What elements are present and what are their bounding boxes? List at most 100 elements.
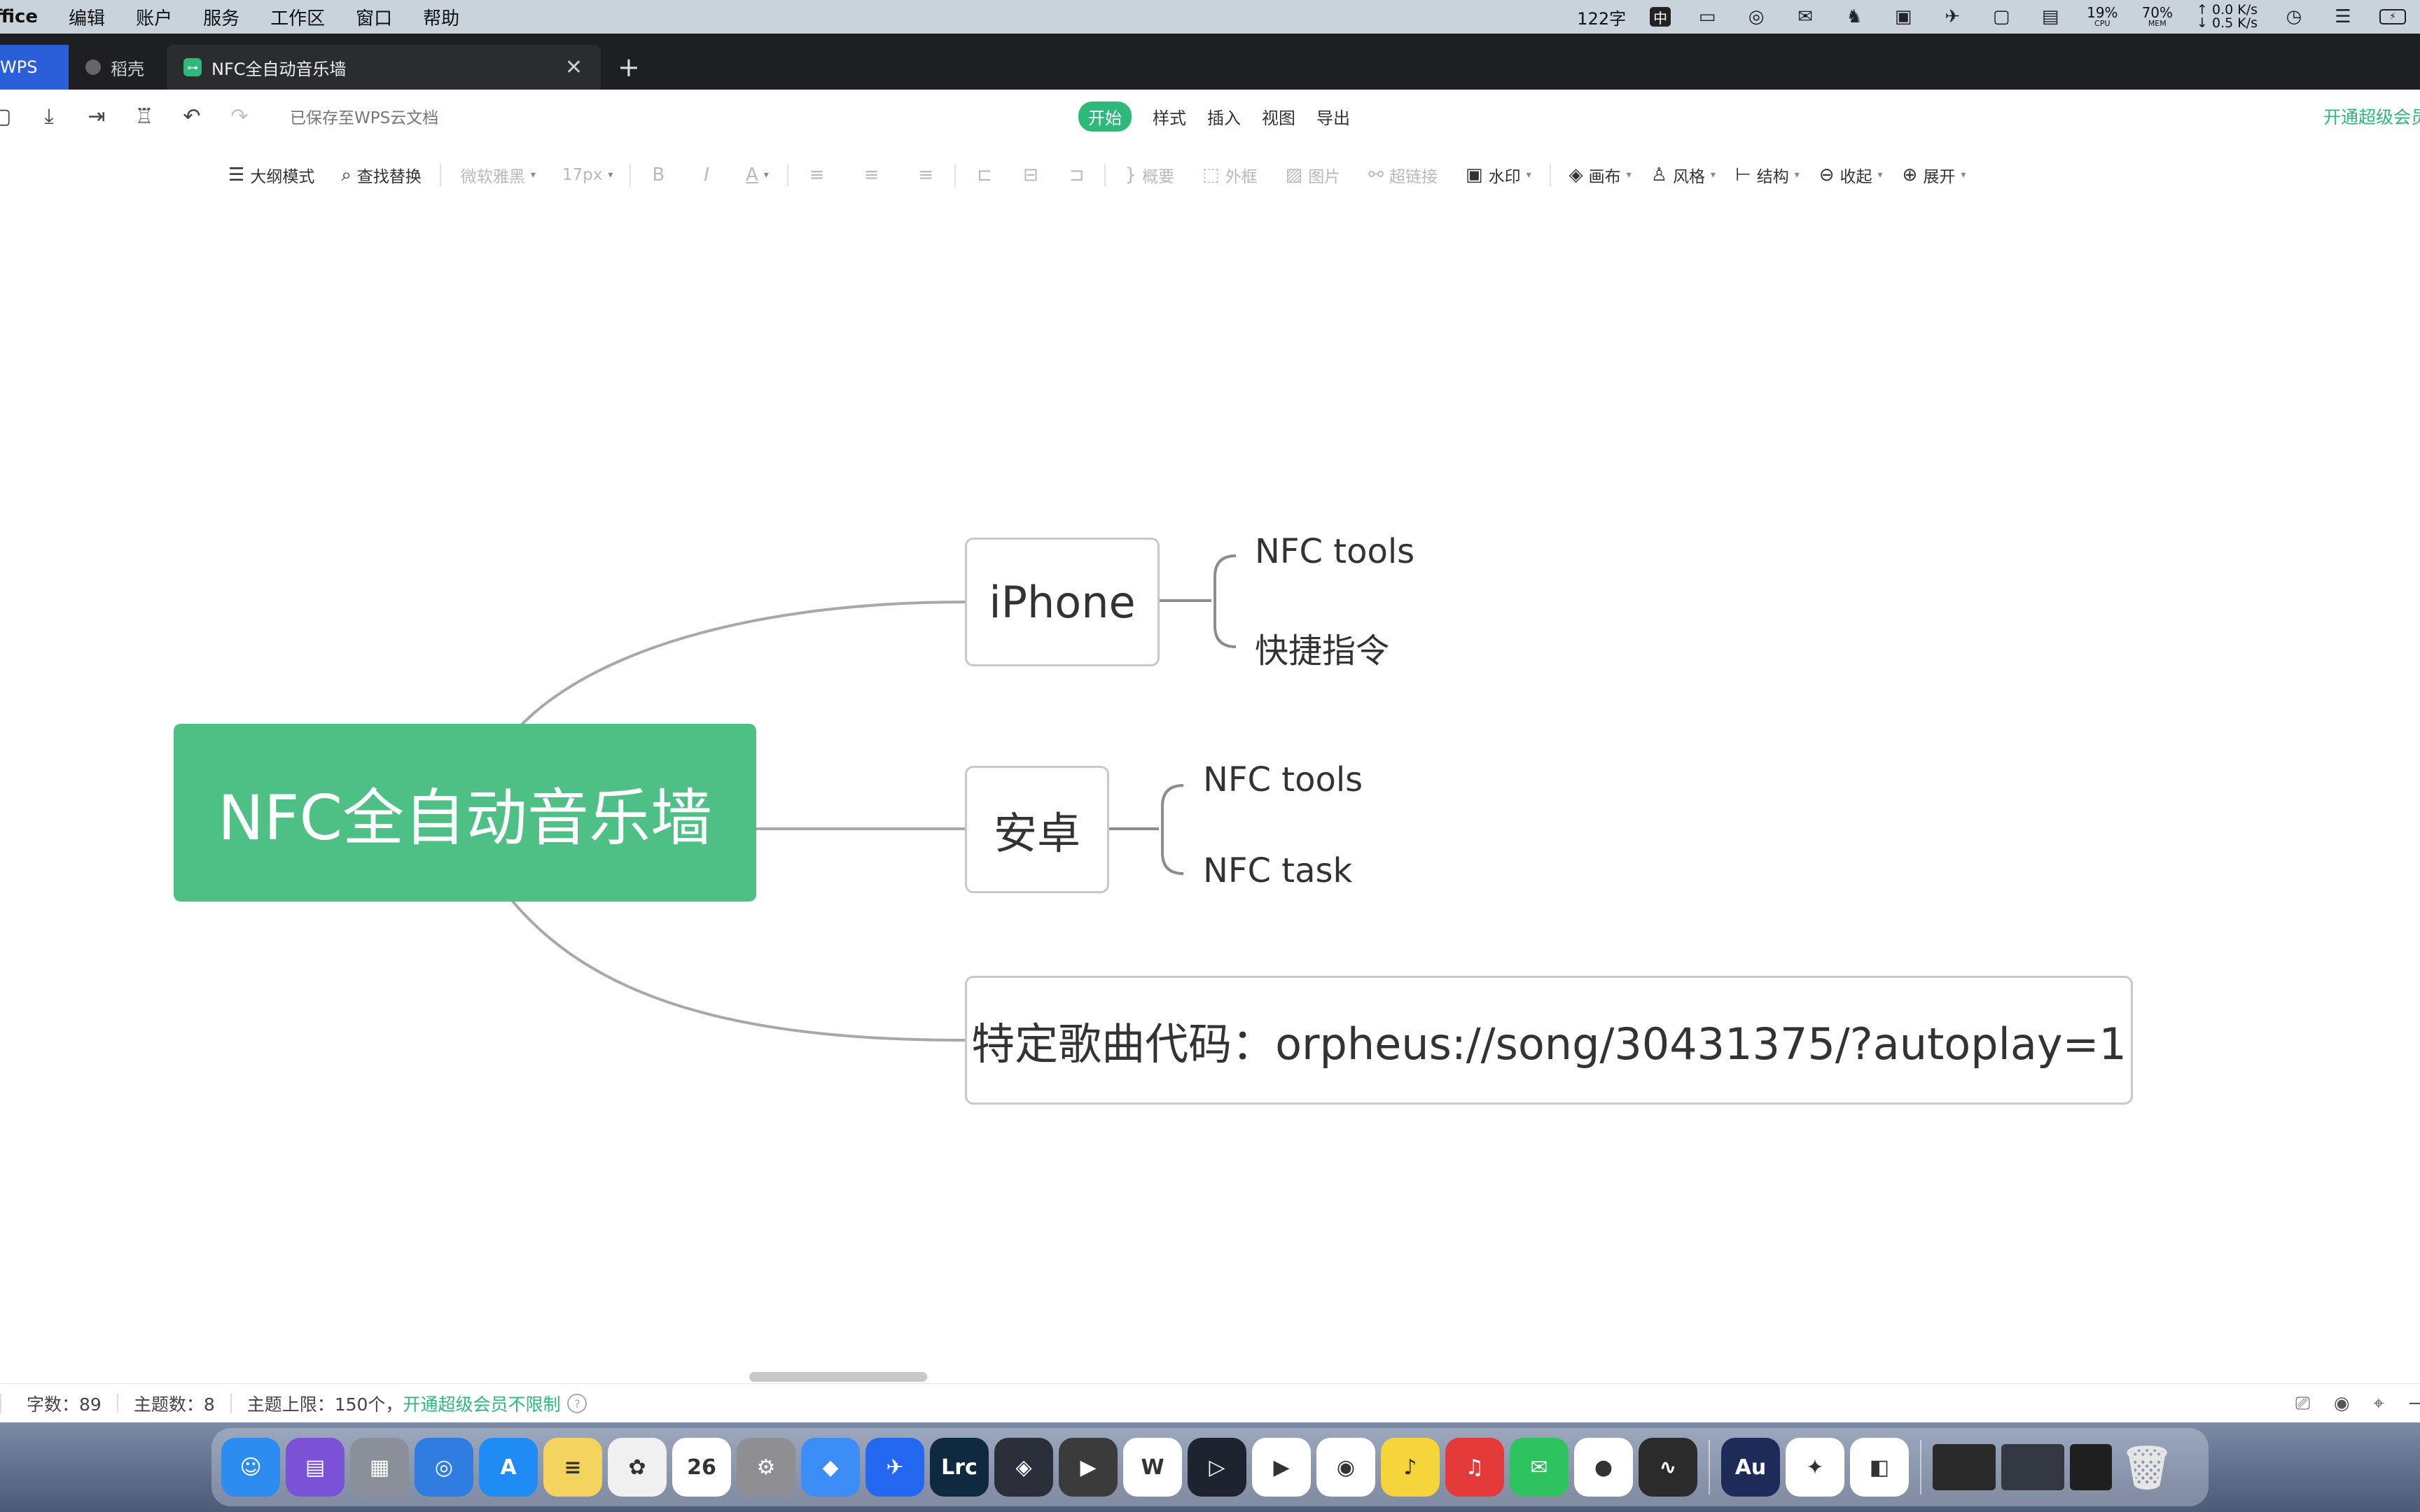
dock-lightroom-icon[interactable]: Lrc [930, 1438, 989, 1497]
cpu-indicator[interactable]: 19% CPU [2087, 6, 2118, 28]
canvas-button[interactable]: ◈ 画布 ▾ [1569, 163, 1632, 187]
dock-launchpad-icon[interactable]: ▦ [350, 1438, 409, 1497]
dock-qq-music-icon[interactable]: ♪ [1381, 1438, 1440, 1497]
menu-account[interactable]: 账户 [136, 4, 172, 30]
leaf-android-nfc-task[interactable]: NFC task [1203, 851, 1352, 890]
dock-safari-icon[interactable]: ◎ [415, 1438, 473, 1497]
wechat-status-icon[interactable]: ✉ [1793, 6, 1818, 27]
dock-netease-music-icon[interactable]: ♫ [1445, 1438, 1504, 1497]
font-color-button[interactable]: A ▾ [746, 164, 769, 186]
menu-service[interactable]: 服务 [203, 4, 239, 30]
wifi-icon[interactable]: ☰ [2330, 6, 2356, 27]
tab-start[interactable]: 开始 [1078, 101, 1132, 132]
dock-chrome-icon[interactable]: ◉ [1316, 1438, 1375, 1497]
dock-qq-icon[interactable]: ● [1574, 1438, 1633, 1497]
leaf-iphone-nfc-tools[interactable]: NFC tools [1255, 532, 1414, 571]
dock-infuse-icon[interactable]: ▷ [1188, 1438, 1246, 1497]
expand-button[interactable]: ⊕ 展开 ▾ [1903, 163, 1966, 187]
zoom-out-icon[interactable]: − [2407, 1393, 2420, 1414]
style-button[interactable]: ♙ 风格 ▾ [1651, 163, 1716, 187]
word-count-indicator[interactable]: 122字 [1577, 5, 1626, 29]
format-painter-icon[interactable]: ♖ [130, 104, 158, 129]
watermark-button[interactable]: ▣ 水印 ▾ [1466, 163, 1531, 187]
topic-song-code[interactable]: 特定歌曲代码：orpheus://song/30431375/?autoplay… [965, 976, 2133, 1105]
topic-android[interactable]: 安卓 [965, 766, 1109, 893]
leaf-iphone-shortcuts[interactable]: 快捷指令 [1255, 623, 1389, 672]
root-topic[interactable]: NFC全自动音乐墙 [174, 724, 756, 902]
dock-photos-icon[interactable]: ✿ [608, 1438, 667, 1497]
menu-edit[interactable]: 编辑 [69, 4, 105, 30]
close-tab-icon[interactable]: ✕ [565, 55, 583, 80]
input-method-icon[interactable]: 中 [1650, 7, 1671, 27]
cat-status-icon[interactable]: ♞ [1842, 6, 1867, 27]
collapse-button[interactable]: ⊖ 收起 ▾ [1819, 163, 1883, 187]
summary-button[interactable]: } 概要 [1125, 163, 1175, 187]
time-machine-icon[interactable]: ◷ [2281, 6, 2307, 27]
insert-sibling-button[interactable]: ⊟ [1023, 164, 1038, 186]
menu-workspace[interactable]: 工作区 [270, 4, 325, 30]
horizontal-scrollbar[interactable] [749, 1372, 927, 1382]
camera-status-icon[interactable]: ▢ [1989, 6, 2014, 27]
file-icon[interactable]: ▢ [0, 104, 15, 129]
monitor-status-icon[interactable]: ▤ [2038, 6, 2063, 27]
insert-parent-button[interactable]: ⊐ [1069, 164, 1085, 186]
dock-trash-icon[interactable]: 🗑 [2118, 1438, 2176, 1497]
dock-system-settings-icon[interactable]: ⚙ [737, 1438, 795, 1497]
battery-icon[interactable]: ⚡ [2379, 9, 2406, 24]
dock-nfc-doc-icon[interactable]: ◧ [1850, 1438, 1909, 1497]
dock-mindnode-icon[interactable]: ✦ [1786, 1438, 1844, 1497]
vip-link[interactable]: 开通超级会员 [2323, 104, 2420, 129]
download-icon[interactable]: ⤓ [35, 104, 63, 129]
dock-infuse-orange-icon[interactable]: ▶ [1252, 1438, 1311, 1497]
tab-wps[interactable]: WPS [0, 45, 69, 90]
find-replace-button[interactable]: ⌕ 查找替换 [341, 163, 422, 187]
menu-help[interactable]: 帮助 [423, 4, 459, 30]
dock-audition-icon[interactable]: Au [1721, 1438, 1780, 1497]
outline-mode-button[interactable]: ☰ 大纲模式 [228, 163, 314, 187]
dock-minimized-window[interactable] [2001, 1444, 2064, 1490]
tab-daoke[interactable]: 稻壳 [69, 45, 167, 90]
dock-calendar-icon[interactable]: 26 [672, 1438, 731, 1497]
help-icon[interactable]: ? [567, 1394, 587, 1413]
dock-cat-app-icon[interactable]: ◆ [801, 1438, 860, 1497]
network-indicator[interactable]: ↑ 0.0 K/s ↓ 0.5 K/s [2197, 4, 2258, 30]
tab-style[interactable]: 样式 [1153, 104, 1186, 129]
airdrop-icon[interactable]: ◎ [1744, 6, 1769, 27]
tab-insert[interactable]: 插入 [1207, 104, 1241, 129]
vip-unlimited-link[interactable]: 开通超级会员不限制 [403, 1391, 560, 1416]
topic-iphone[interactable]: iPhone [965, 538, 1160, 666]
hyperlink-button[interactable]: ⚯ 超链接 [1368, 163, 1438, 187]
redo-icon[interactable]: ↷ [225, 104, 253, 129]
mindmap-canvas[interactable]: NFC全自动音乐墙 iPhone NFC tools 快捷指令 安卓 NFC t… [0, 210, 2420, 1383]
dock-wps-icon[interactable]: W [1123, 1438, 1182, 1497]
leaf-android-nfc-tools[interactable]: NFC tools [1203, 760, 1363, 799]
italic-button[interactable]: I [704, 164, 709, 186]
dock-davinci-icon[interactable]: ◈ [994, 1438, 1053, 1497]
dock-calendar-app-icon[interactable]: ▤ [286, 1438, 345, 1497]
eye-off-icon[interactable]: ◉ [2334, 1393, 2350, 1414]
tab-view[interactable]: 视图 [1262, 104, 1295, 129]
dock-wechat-icon[interactable]: ✉ [1510, 1438, 1569, 1497]
undo-icon[interactable]: ↶ [178, 104, 206, 129]
mem-indicator[interactable]: 70% MEM [2142, 6, 2173, 28]
dock-app-store-icon[interactable]: A [479, 1438, 538, 1497]
locate-icon[interactable]: ⌖ [2374, 1393, 2384, 1415]
insert-child-button[interactable]: ⊏ [977, 164, 992, 186]
frame-button[interactable]: ⬚ 外框 [1202, 163, 1258, 187]
bold-button[interactable]: B [652, 164, 665, 186]
new-tab-button[interactable]: + [618, 45, 640, 90]
dock-voice-memo-icon[interactable]: ∿ [1639, 1438, 1697, 1497]
dock-notes-icon[interactable]: ≡ [543, 1438, 602, 1497]
align-left-button[interactable]: ≡ [809, 164, 825, 186]
menu-window[interactable]: 窗口 [356, 4, 392, 30]
touch-mode-icon[interactable]: ⎚ [2295, 1393, 2310, 1415]
font-family-select[interactable]: 微软雅黑 ▾ [461, 163, 536, 187]
dock-finder-icon[interactable]: ☺ [221, 1438, 280, 1497]
bird-status-icon[interactable]: ✈ [1940, 6, 1965, 27]
dock-feishu-icon[interactable]: ✈ [865, 1438, 924, 1497]
align-center-button[interactable]: ≡ [864, 164, 879, 186]
align-right-button[interactable]: ≡ [918, 164, 933, 186]
display-icon[interactable]: ▭ [1695, 6, 1720, 27]
dock-final-cut-icon[interactable]: ▶ [1059, 1438, 1118, 1497]
font-size-select[interactable]: 17px ▾ [562, 166, 613, 184]
